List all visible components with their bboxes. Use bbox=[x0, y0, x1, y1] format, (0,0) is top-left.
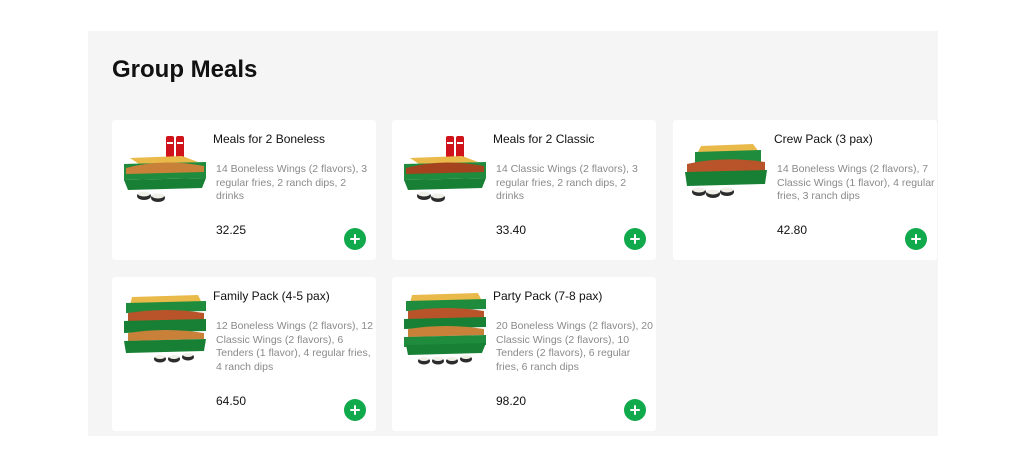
item-name: Family Pack (4-5 pax) bbox=[213, 289, 330, 303]
meals-for-2-boneless-image bbox=[124, 136, 206, 202]
item-description: 12 Boneless Wings (2 flavors), 12 Classi… bbox=[216, 320, 373, 374]
menu-item-card[interactable]: Meals for 2 Classic 14 Classic Wings (2 … bbox=[392, 120, 656, 260]
family-pack-image bbox=[124, 295, 206, 363]
group-meals-section: Group Meals Meals for 2 Boneless 14 Bone… bbox=[88, 31, 938, 436]
item-price: 32.25 bbox=[216, 223, 247, 237]
item-price: 64.50 bbox=[216, 394, 247, 408]
party-pack-image bbox=[404, 293, 486, 365]
plus-icon bbox=[350, 234, 360, 244]
item-name: Party Pack (7-8 pax) bbox=[493, 289, 603, 303]
menu-item-card[interactable]: Meals for 2 Boneless 14 Boneless Wings (… bbox=[112, 120, 376, 260]
add-to-cart-button[interactable] bbox=[344, 228, 366, 250]
crew-pack-image bbox=[685, 144, 767, 198]
item-price: 98.20 bbox=[496, 394, 527, 408]
section-title: Group Meals bbox=[112, 56, 258, 83]
item-description: 20 Boneless Wings (2 flavors), 20 Classi… bbox=[496, 320, 653, 374]
menu-item-card[interactable]: Family Pack (4-5 pax) 12 Boneless Wings … bbox=[112, 277, 376, 431]
item-name: Meals for 2 Classic bbox=[493, 132, 595, 146]
item-price: 33.40 bbox=[496, 223, 527, 237]
meals-for-2-classic-image bbox=[404, 136, 486, 202]
add-to-cart-button[interactable] bbox=[344, 399, 366, 421]
item-description: 14 Classic Wings (2 flavors), 3 regular … bbox=[496, 163, 638, 203]
plus-icon bbox=[630, 234, 640, 244]
item-name: Meals for 2 Boneless bbox=[213, 132, 326, 146]
plus-icon bbox=[630, 405, 640, 415]
item-name: Crew Pack (3 pax) bbox=[774, 132, 873, 146]
item-description: 14 Boneless Wings (2 flavors), 7 Classic… bbox=[777, 163, 935, 203]
menu-item-card[interactable]: Crew Pack (3 pax) 14 Boneless Wings (2 f… bbox=[673, 120, 937, 260]
plus-icon bbox=[911, 234, 921, 244]
menu-item-card[interactable]: Party Pack (7-8 pax) 20 Boneless Wings (… bbox=[392, 277, 656, 431]
add-to-cart-button[interactable] bbox=[624, 228, 646, 250]
item-description: 14 Boneless Wings (2 flavors), 3 regular… bbox=[216, 163, 368, 203]
add-to-cart-button[interactable] bbox=[905, 228, 927, 250]
item-price: 42.80 bbox=[777, 223, 808, 237]
plus-icon bbox=[350, 405, 360, 415]
add-to-cart-button[interactable] bbox=[624, 399, 646, 421]
